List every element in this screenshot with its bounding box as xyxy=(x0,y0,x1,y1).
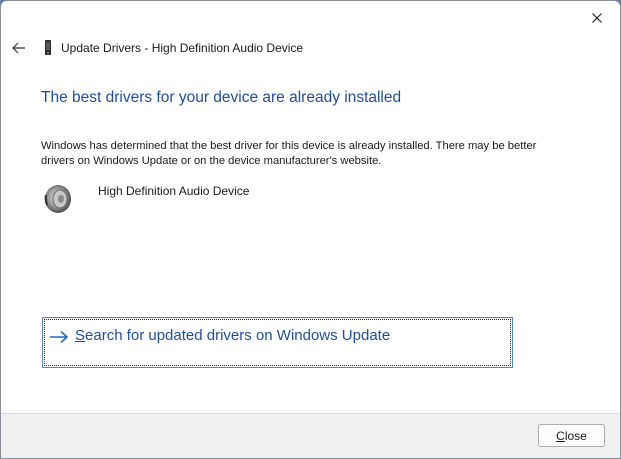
page-heading: The best drivers for your device are alr… xyxy=(41,89,402,106)
dialog-footer: Close xyxy=(1,413,620,458)
close-button[interactable]: Close xyxy=(538,424,605,447)
update-drivers-dialog: Update Drivers - High Definition Audio D… xyxy=(0,0,621,459)
label-rest: earch for updated drivers on Windows Upd… xyxy=(85,327,391,344)
window-title: Update Drivers - High Definition Audio D… xyxy=(61,41,304,55)
close-icon[interactable] xyxy=(582,7,612,29)
device-name: High Definition Audio Device xyxy=(98,184,250,198)
search-windows-update-label: Search for updated drivers on Windows Up… xyxy=(75,327,390,344)
search-windows-update-link[interactable]: Search for updated drivers on Windows Up… xyxy=(42,317,513,368)
device-manager-icon xyxy=(43,40,53,56)
accelerator-key: S xyxy=(75,327,86,344)
description-text: Windows has determined that the best dri… xyxy=(41,140,537,167)
arrow-right-icon xyxy=(49,330,69,344)
back-arrow-icon[interactable] xyxy=(11,41,27,55)
close-label-rest: lose xyxy=(564,428,587,443)
speaker-icon xyxy=(43,181,73,215)
accelerator-key: C xyxy=(556,428,565,443)
